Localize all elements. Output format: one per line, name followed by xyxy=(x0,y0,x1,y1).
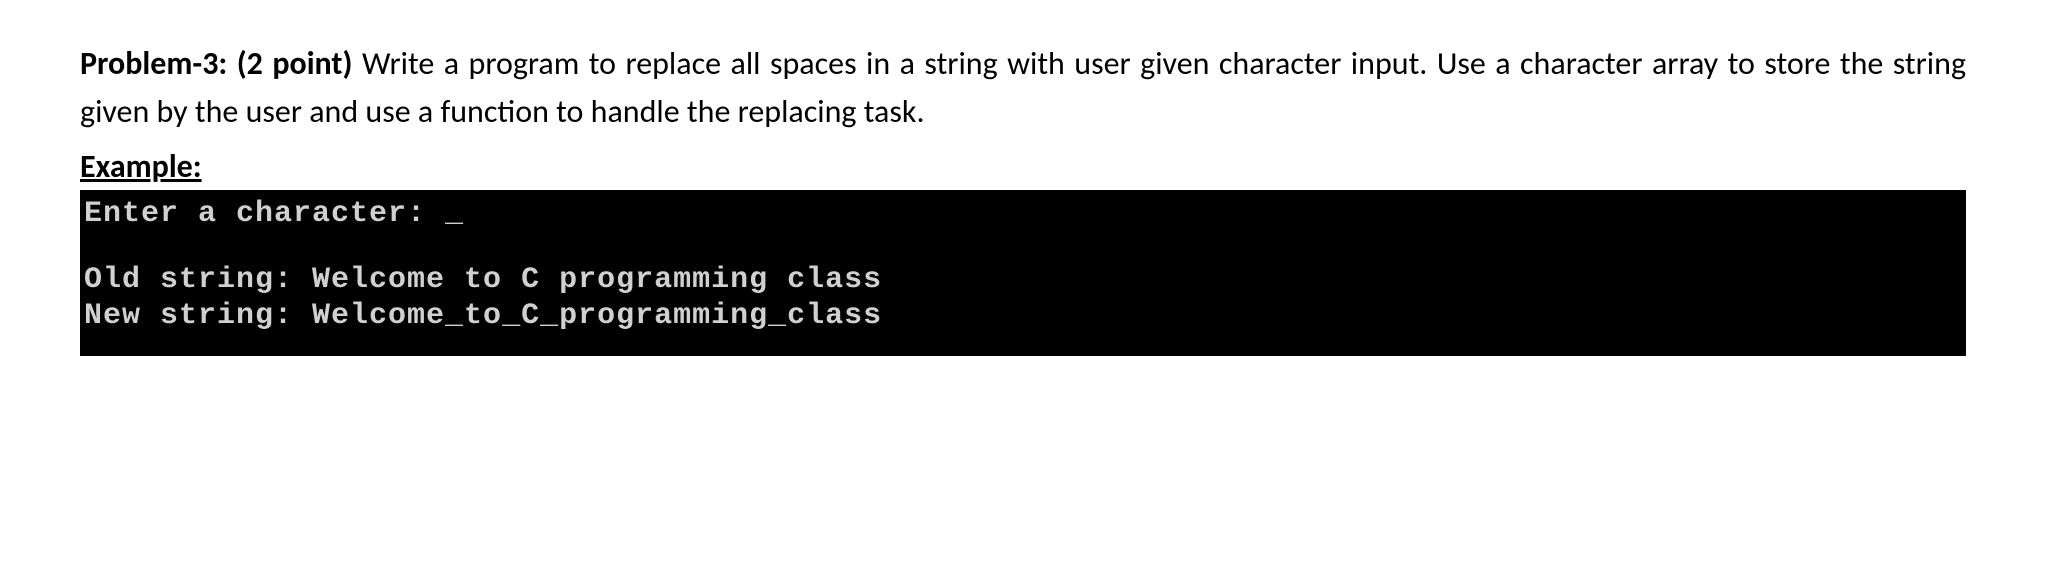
problem-description: Write a program to replace all spaces in… xyxy=(80,44,1966,131)
problem-label: Problem-3: xyxy=(80,44,227,83)
terminal-blank-line xyxy=(84,232,1962,262)
points-label: (2 point) xyxy=(237,44,353,83)
terminal-line-3: Old string: Welcome to C programming cla… xyxy=(84,262,1962,298)
terminal-output: Enter a character: _ Old string: Welcome … xyxy=(80,190,1966,356)
terminal-line-1: Enter a character: _ xyxy=(84,196,1962,232)
terminal-line-4: New string: Welcome_to_C_programming_cla… xyxy=(84,298,1962,334)
example-label: Example: xyxy=(80,146,1966,188)
document-container: Problem-3: (2 point) Write a program to … xyxy=(0,0,2046,396)
problem-statement: Problem-3: (2 point) Write a program to … xyxy=(80,40,1966,136)
